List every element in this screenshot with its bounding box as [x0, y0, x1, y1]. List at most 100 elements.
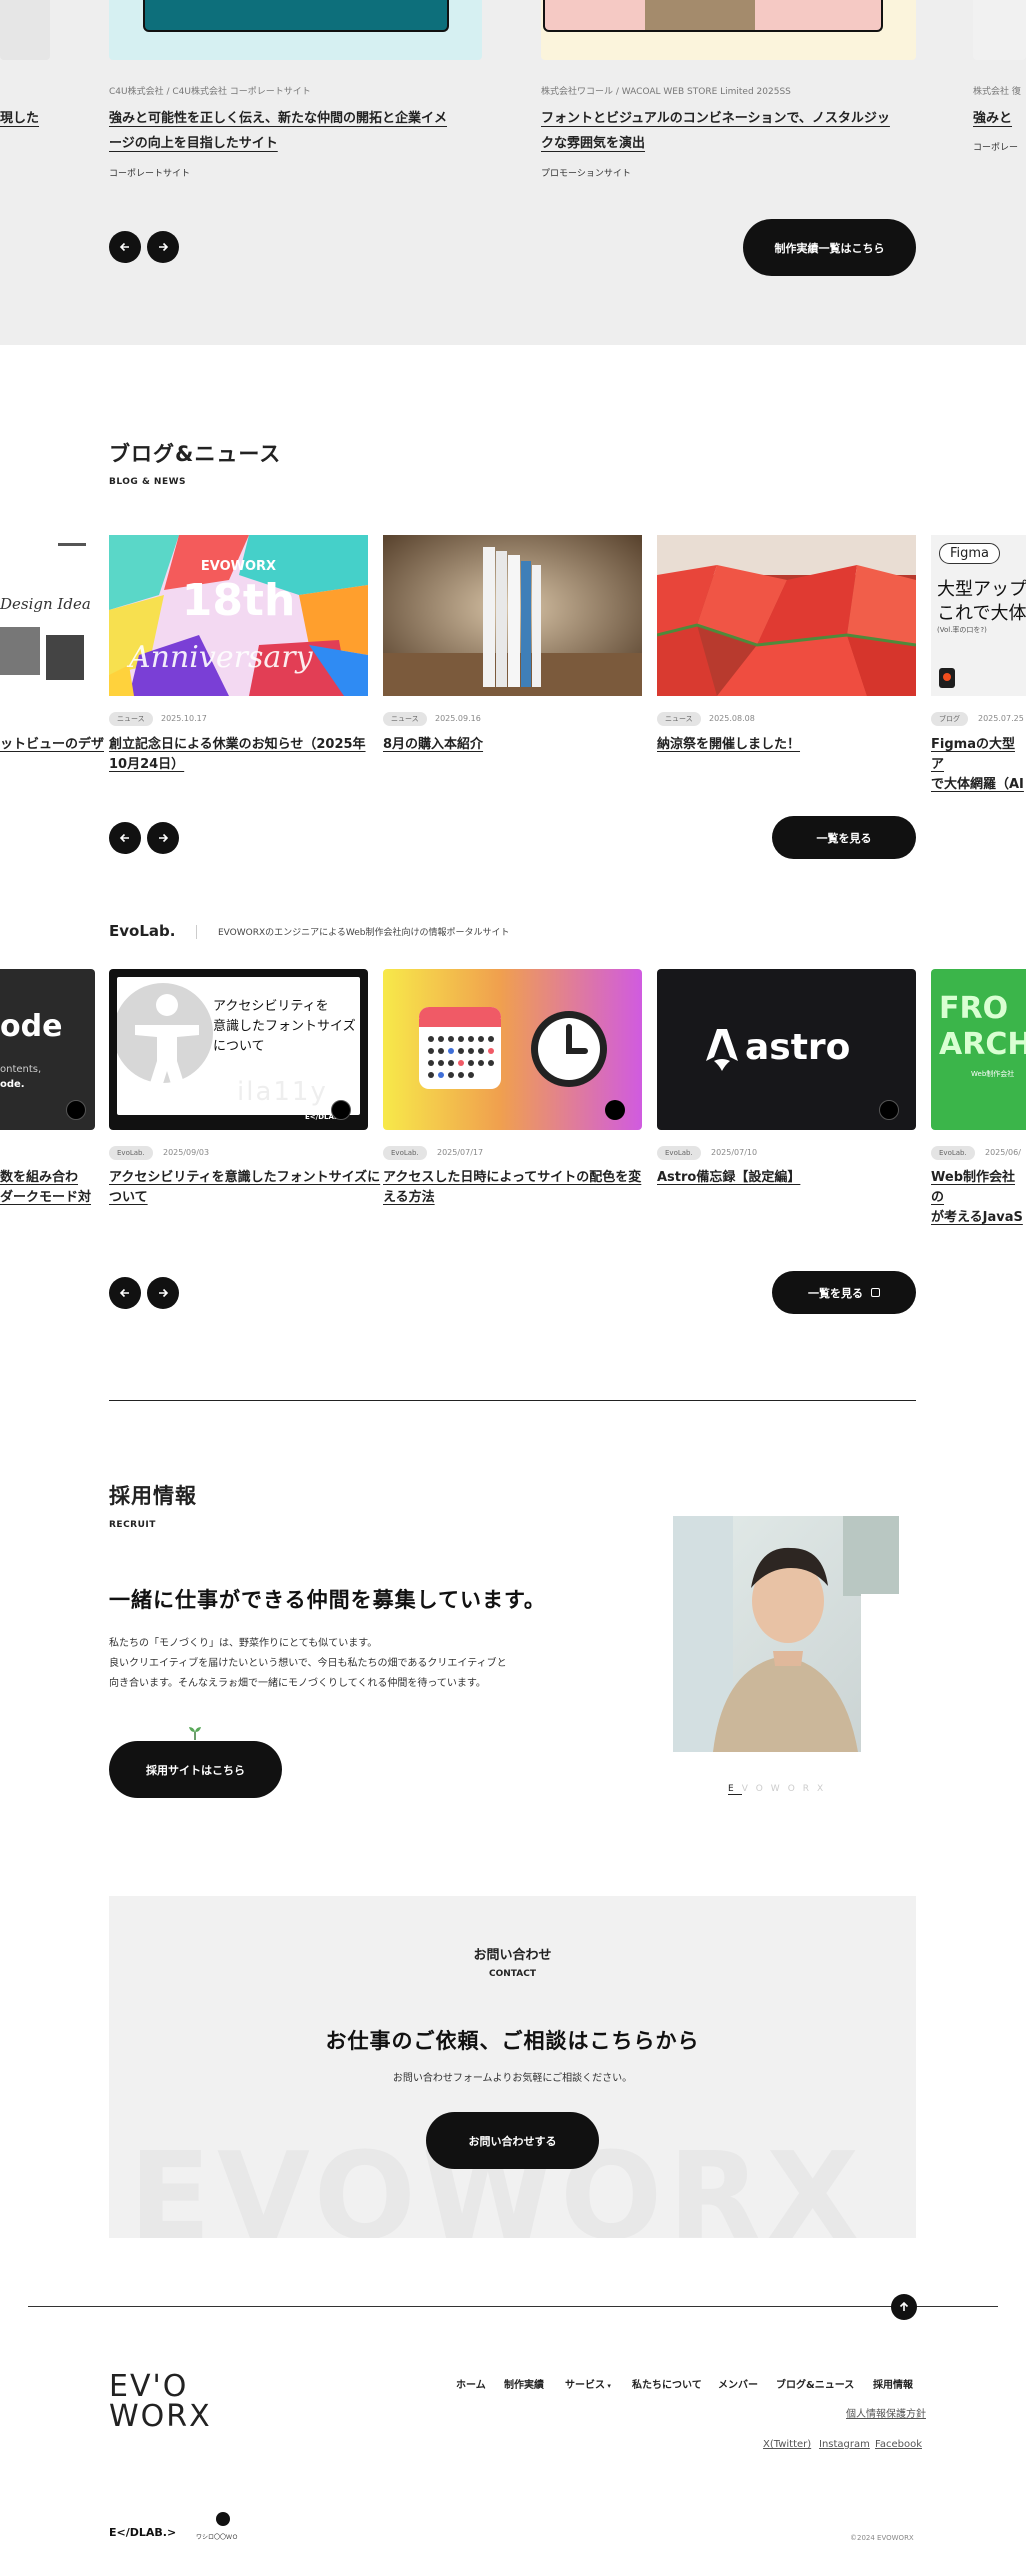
- evolab-card-image[interactable]: ode ontents, ode.: [0, 969, 95, 1130]
- arrow-left-icon: [119, 242, 129, 252]
- evolab-card-image[interactable]: astro: [657, 969, 916, 1130]
- recruit-photo: [673, 1516, 899, 1752]
- category-chip: ブログ: [931, 712, 968, 726]
- caret-down-icon: ▾: [605, 2382, 611, 2390]
- external-link-icon: [605, 1100, 625, 1120]
- footer-nav-service[interactable]: サービス ▾: [565, 2376, 611, 2391]
- footer-nav-works[interactable]: 制作実績: [504, 2376, 544, 2391]
- blog-card-title[interactable]: Figmaの大型ア で大体網羅（AI: [931, 735, 1026, 795]
- blog-card-image[interactable]: Figma 大型アップ これで大体 (Vol.率の口を?): [931, 535, 1026, 696]
- calendar-clock-illustration: [419, 1007, 607, 1089]
- arrow-left-icon: [119, 1288, 129, 1298]
- category-chip: EvoLab.: [109, 1146, 153, 1160]
- footer-nav-blog[interactable]: ブログ&ニュース: [776, 2376, 854, 2391]
- evolab-card-title[interactable]: アクセシビリティを意識したフォントサイズに ついて: [109, 1168, 380, 1208]
- blog-card-title[interactable]: 納涼祭を開催しました！: [657, 735, 800, 755]
- blog-card-title[interactable]: 創立記念日による休業のお知らせ（2025年 10月24日）: [109, 735, 366, 775]
- footer-nav-about[interactable]: 私たちについて: [632, 2376, 702, 2391]
- recruit-section-subtitle: RECRUIT: [109, 1520, 156, 1530]
- arrow-left-icon: [119, 833, 129, 843]
- work-title[interactable]: 強みと可能性を正しく伝え、新たな仲間の開拓と企業イメ ージの向上を目指したサイト: [109, 106, 447, 156]
- card-date: 2025/07/10: [711, 1148, 758, 1157]
- back-to-top-button[interactable]: [891, 2294, 917, 2320]
- arrow-right-icon: [159, 242, 169, 252]
- recruit-body-line: 良いクリエイティブを届けたいという想いで、今日も私たちの畑であるクリエイティブと: [109, 1658, 507, 1669]
- blog-card-image[interactable]: [383, 535, 642, 696]
- blog-view-all-button[interactable]: 一覧を見る: [772, 816, 916, 859]
- astro-logo-icon: [706, 1029, 738, 1071]
- evolab-tagline: EVOWORXのエンジニアによるWeb制作会社向けの情報ポータルサイト: [218, 928, 510, 938]
- blog-next-button[interactable]: [147, 822, 179, 854]
- contact-panel: EVOWORX お問い合わせ CONTACT お仕事のご依頼、ご相談はこちらから…: [109, 1896, 916, 2238]
- blog-card-title[interactable]: ットビューのデザ: [0, 735, 104, 755]
- footer-logo[interactable]: EV'O WORX: [109, 2372, 212, 2432]
- sprout-icon: [189, 1727, 201, 1740]
- recruit-body-line: 私たちの「モノづくり」は、野菜作りにとても似ています。: [109, 1638, 378, 1649]
- blog-card-image[interactable]: [657, 535, 916, 696]
- recruit-heading: 一緒に仕事ができる仲間を募集しています。: [109, 1588, 546, 1612]
- blog-card-title[interactable]: 8月の購入本紹介: [383, 735, 483, 755]
- work-meta: 株式会社ワコール / WACOAL WEB STORE Limited 2025…: [541, 87, 791, 97]
- evolab-logo[interactable]: EvoLab.: [109, 922, 175, 940]
- work-thumb-wacoal[interactable]: [541, 0, 916, 60]
- contact-heading: お仕事のご依頼、ご相談はこちらから: [325, 2029, 700, 2053]
- contact-button[interactable]: お問い合わせする: [426, 2112, 599, 2169]
- external-link-icon: [66, 1100, 86, 1120]
- work-thumb-c4u[interactable]: [109, 0, 482, 60]
- work-thumb-partial-right[interactable]: [973, 0, 1026, 60]
- blog-prev-button[interactable]: [109, 822, 141, 854]
- brand2-logo[interactable]: ワシロ〇〇ＷＯ: [196, 2512, 246, 2542]
- all-works-button[interactable]: 制作実績一覧はこちら: [743, 219, 916, 276]
- card-date: 2025.08.08: [709, 714, 755, 723]
- carousel-prev-button[interactable]: [109, 231, 141, 263]
- work-tag: コーポレートサイト: [109, 169, 191, 179]
- evolab-card-title[interactable]: Astro備忘録【設定編】: [657, 1168, 800, 1188]
- footer-nav-home[interactable]: ホーム: [456, 2376, 486, 2391]
- laptop-image: [143, 0, 449, 32]
- evolab-card-title[interactable]: Web制作会社の が考えるJavaS: [931, 1168, 1026, 1228]
- section-divider: [109, 1400, 916, 1401]
- footer-nav-members[interactable]: メンバー: [718, 2376, 758, 2391]
- card-date: 2025/06/: [985, 1148, 1021, 1157]
- card-date: 2025/09/03: [163, 1148, 210, 1157]
- evolab-card-title[interactable]: 数を組み合わ ダークモード対: [0, 1168, 91, 1208]
- footer-divider: [28, 2306, 998, 2307]
- category-chip: ニュース: [109, 712, 153, 726]
- divider: [196, 925, 197, 939]
- external-link-icon: [331, 1100, 351, 1120]
- instagram-link[interactable]: Instagram: [819, 2439, 870, 2450]
- evolab-next-button[interactable]: [147, 1277, 179, 1309]
- work-title[interactable]: 強みと: [973, 106, 1012, 131]
- privacy-policy-link[interactable]: 個人情報保護方針: [846, 2405, 926, 2420]
- category-chip: ニュース: [383, 712, 427, 726]
- facebook-link[interactable]: Facebook: [875, 2439, 922, 2450]
- blog-card-image[interactable]: EVOWORX 18th Anniversary: [109, 535, 368, 696]
- carousel-next-button[interactable]: [147, 231, 179, 263]
- recruit-section-title: 採用情報: [109, 1484, 197, 1508]
- arrow-right-icon: [159, 833, 169, 843]
- external-link-icon: [871, 1288, 880, 1297]
- evolab-view-all-button[interactable]: 一覧を見る: [772, 1271, 916, 1314]
- work-title-partial[interactable]: 現した: [0, 106, 39, 131]
- evolab-card-title[interactable]: アクセスした日時によってサイトの配色を変 える方法: [383, 1168, 641, 1208]
- card-date: 2025/07/17: [437, 1148, 484, 1157]
- work-thumb-partial[interactable]: [0, 0, 50, 60]
- contact-subtitle: CONTACT: [489, 1969, 536, 1979]
- category-chip: EvoLab.: [931, 1146, 975, 1160]
- recruit-site-button[interactable]: 採用サイトはこちら: [109, 1741, 282, 1798]
- work-title[interactable]: フォントとビジュアルのコンビネーションで、ノスタルジッ クな雰囲気を演出: [541, 106, 890, 156]
- watermelon-photo: [657, 535, 916, 696]
- blog-card-image[interactable]: Design Idea: [0, 535, 95, 696]
- blog-section-title: ブログ&ニュース: [109, 442, 282, 466]
- twitter-link[interactable]: X(Twitter): [763, 2439, 811, 2450]
- evolab-prev-button[interactable]: [109, 1277, 141, 1309]
- evolab-card-image[interactable]: アクセシビリティを 意識したフォントサイズ について ila11y E</DLAB.: [109, 969, 368, 1130]
- evolab-card-image[interactable]: [383, 969, 642, 1130]
- card-date: 2025.09.16: [435, 714, 481, 723]
- footer-nav-recruit[interactable]: 採用情報: [873, 2376, 913, 2391]
- evolab-card-image[interactable]: FRO ARCH Web制作会社: [931, 969, 1026, 1130]
- accessibility-icon: [135, 994, 199, 1103]
- category-chip: ニュース: [657, 712, 701, 726]
- evolab-footer-logo[interactable]: E</DLAB.>: [109, 2526, 176, 2539]
- copyright: ©2024 EVOWORX: [850, 2534, 914, 2542]
